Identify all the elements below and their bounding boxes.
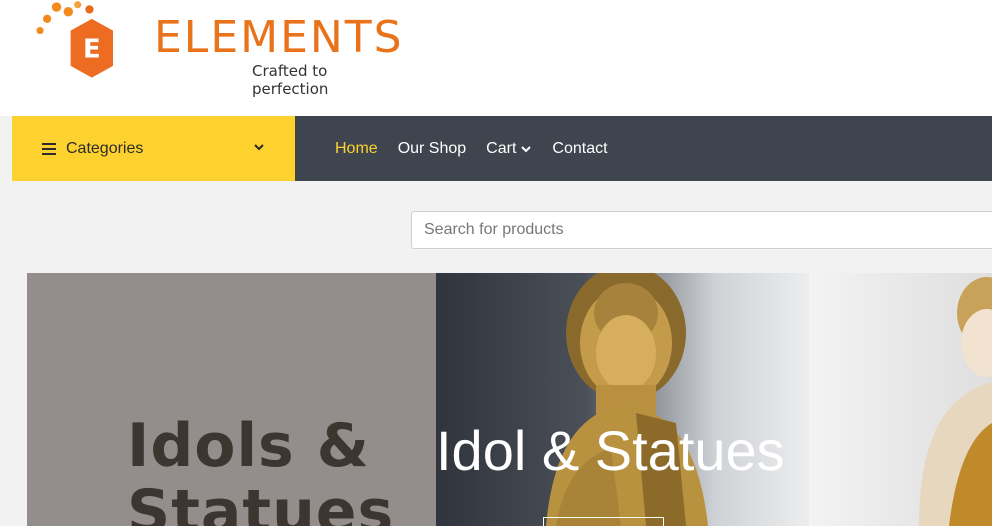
nav-cart-label: Cart	[486, 139, 517, 157]
nav-our-shop[interactable]: Our Shop	[398, 140, 466, 158]
nav-cart[interactable]: Cart	[486, 140, 532, 158]
hero-side-line2: Statues	[127, 477, 395, 526]
categories-dropdown[interactable]: Categories	[12, 116, 295, 181]
buddha-statue-image	[546, 273, 708, 526]
nav-links: Home Our Shop Cart Contact	[335, 116, 628, 181]
hamburger-icon	[42, 142, 56, 155]
hero-image-buddha-1	[436, 273, 809, 526]
hero-side-line1: Idols &	[127, 411, 370, 481]
hero-image-buddha-2	[809, 273, 992, 526]
svg-text:E: E	[83, 35, 101, 65]
chevron-down-icon	[254, 144, 264, 151]
hero-side-text: Idols & Statues	[127, 413, 394, 526]
hero-title: Idol & Statues	[436, 419, 785, 482]
buddha-statue-image-2	[919, 277, 992, 526]
hero-left-panel: Idols & Statues	[27, 273, 436, 526]
brand-name: ELEMENTS	[154, 12, 404, 63]
brand-logo[interactable]: E ELEMENTS Crafted to perfection	[26, 0, 402, 98]
search-box[interactable]	[411, 211, 992, 249]
categories-label: Categories	[66, 139, 144, 157]
search-input[interactable]	[412, 212, 992, 248]
site-header: E ELEMENTS Crafted to perfection	[0, 0, 992, 116]
nav-home[interactable]: Home	[335, 140, 378, 158]
hero-banner[interactable]: Idols & Statues Idol & Statues	[27, 273, 992, 526]
main-navbar: Categories Home Our Shop Cart Contact	[12, 116, 992, 181]
brand-tagline: Crafted to perfection	[252, 62, 329, 98]
hero-cta-button[interactable]	[543, 517, 664, 526]
logo-mark-icon: E	[36, 1, 113, 78]
nav-contact[interactable]: Contact	[552, 140, 607, 158]
chevron-down-icon	[521, 145, 532, 152]
